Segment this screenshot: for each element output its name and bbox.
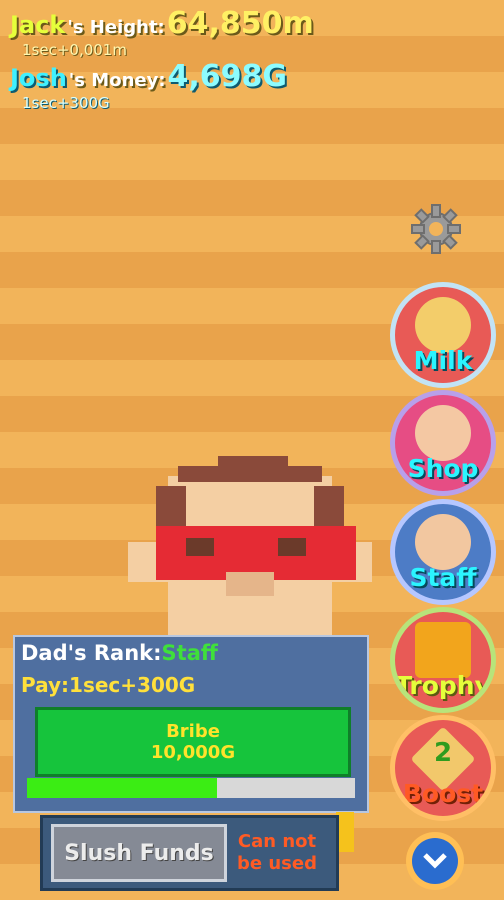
slush-funds-button[interactable]: Slush Funds <box>51 824 227 882</box>
menu-staff-label: Staff <box>409 563 477 592</box>
child-name: Jack <box>10 11 66 39</box>
menu-shop-button[interactable]: Shop <box>390 390 496 496</box>
slush-unavailable-note: Can not be used <box>237 831 317 875</box>
boost-count: 2 <box>433 738 453 768</box>
rank-label: Dad's Rank: <box>21 641 162 665</box>
settings-gear-icon[interactable] <box>410 203 462 255</box>
money-value: 4,698G <box>167 59 288 94</box>
menu-trophy-button[interactable]: Trophy <box>390 607 496 713</box>
slush-note-line2: be used <box>237 853 317 874</box>
bribe-button[interactable]: Bribe 10,000G <box>35 707 351 777</box>
dad-rank: Dad's Rank:Staff <box>21 641 218 665</box>
menu-staff-button[interactable]: Staff <box>390 499 496 605</box>
height-line: Jack 's Height: 64,850m <box>10 6 494 41</box>
slush-funds-label: Slush Funds <box>64 840 214 866</box>
rank-progress-bar <box>27 778 355 798</box>
stats-header: Jack 's Height: 64,850m 1sec+0,001m Josh… <box>10 6 494 112</box>
trophy-icon <box>415 622 471 678</box>
rank-progress-fill <box>27 778 218 798</box>
money-line: Josh 's Money: 4,698G <box>10 59 494 94</box>
menu-boost-label: Boost <box>402 779 484 808</box>
slush-funds-panel: Slush Funds Can not be used <box>40 815 339 891</box>
slush-note-line1: Can not <box>237 831 317 852</box>
money-label: 's Money: <box>68 70 166 91</box>
height-label: 's Height: <box>67 17 165 38</box>
shopkeeper-icon <box>415 405 471 461</box>
collapse-menu-button[interactable] <box>406 832 464 890</box>
menu-milk-button[interactable]: Milk <box>390 282 496 388</box>
chevron-down-icon <box>412 838 458 884</box>
menu-boost-button[interactable]: 2 Boost <box>390 715 496 821</box>
rank-value: Staff <box>161 641 218 665</box>
dad-rank-panel: Dad's Rank:Staff Pay:1sec+300G Bribe 10,… <box>13 635 369 813</box>
milk-bottle-icon <box>415 297 471 353</box>
menu-shop-label: Shop <box>407 454 479 483</box>
player-name: Josh <box>10 64 67 92</box>
bribe-cost: 10,000G <box>150 742 236 763</box>
pay-rate: Pay:1sec+300G <box>21 673 196 697</box>
menu-trophy-label: Trophy <box>395 671 491 700</box>
menu-milk-label: Milk <box>413 346 473 375</box>
height-value: 64,850m <box>166 6 314 41</box>
bribe-label: Bribe <box>166 721 220 742</box>
staff-person-icon <box>415 514 471 570</box>
height-rate: 1sec+0,001m <box>22 41 127 59</box>
money-rate: 1sec+300G <box>22 94 110 112</box>
